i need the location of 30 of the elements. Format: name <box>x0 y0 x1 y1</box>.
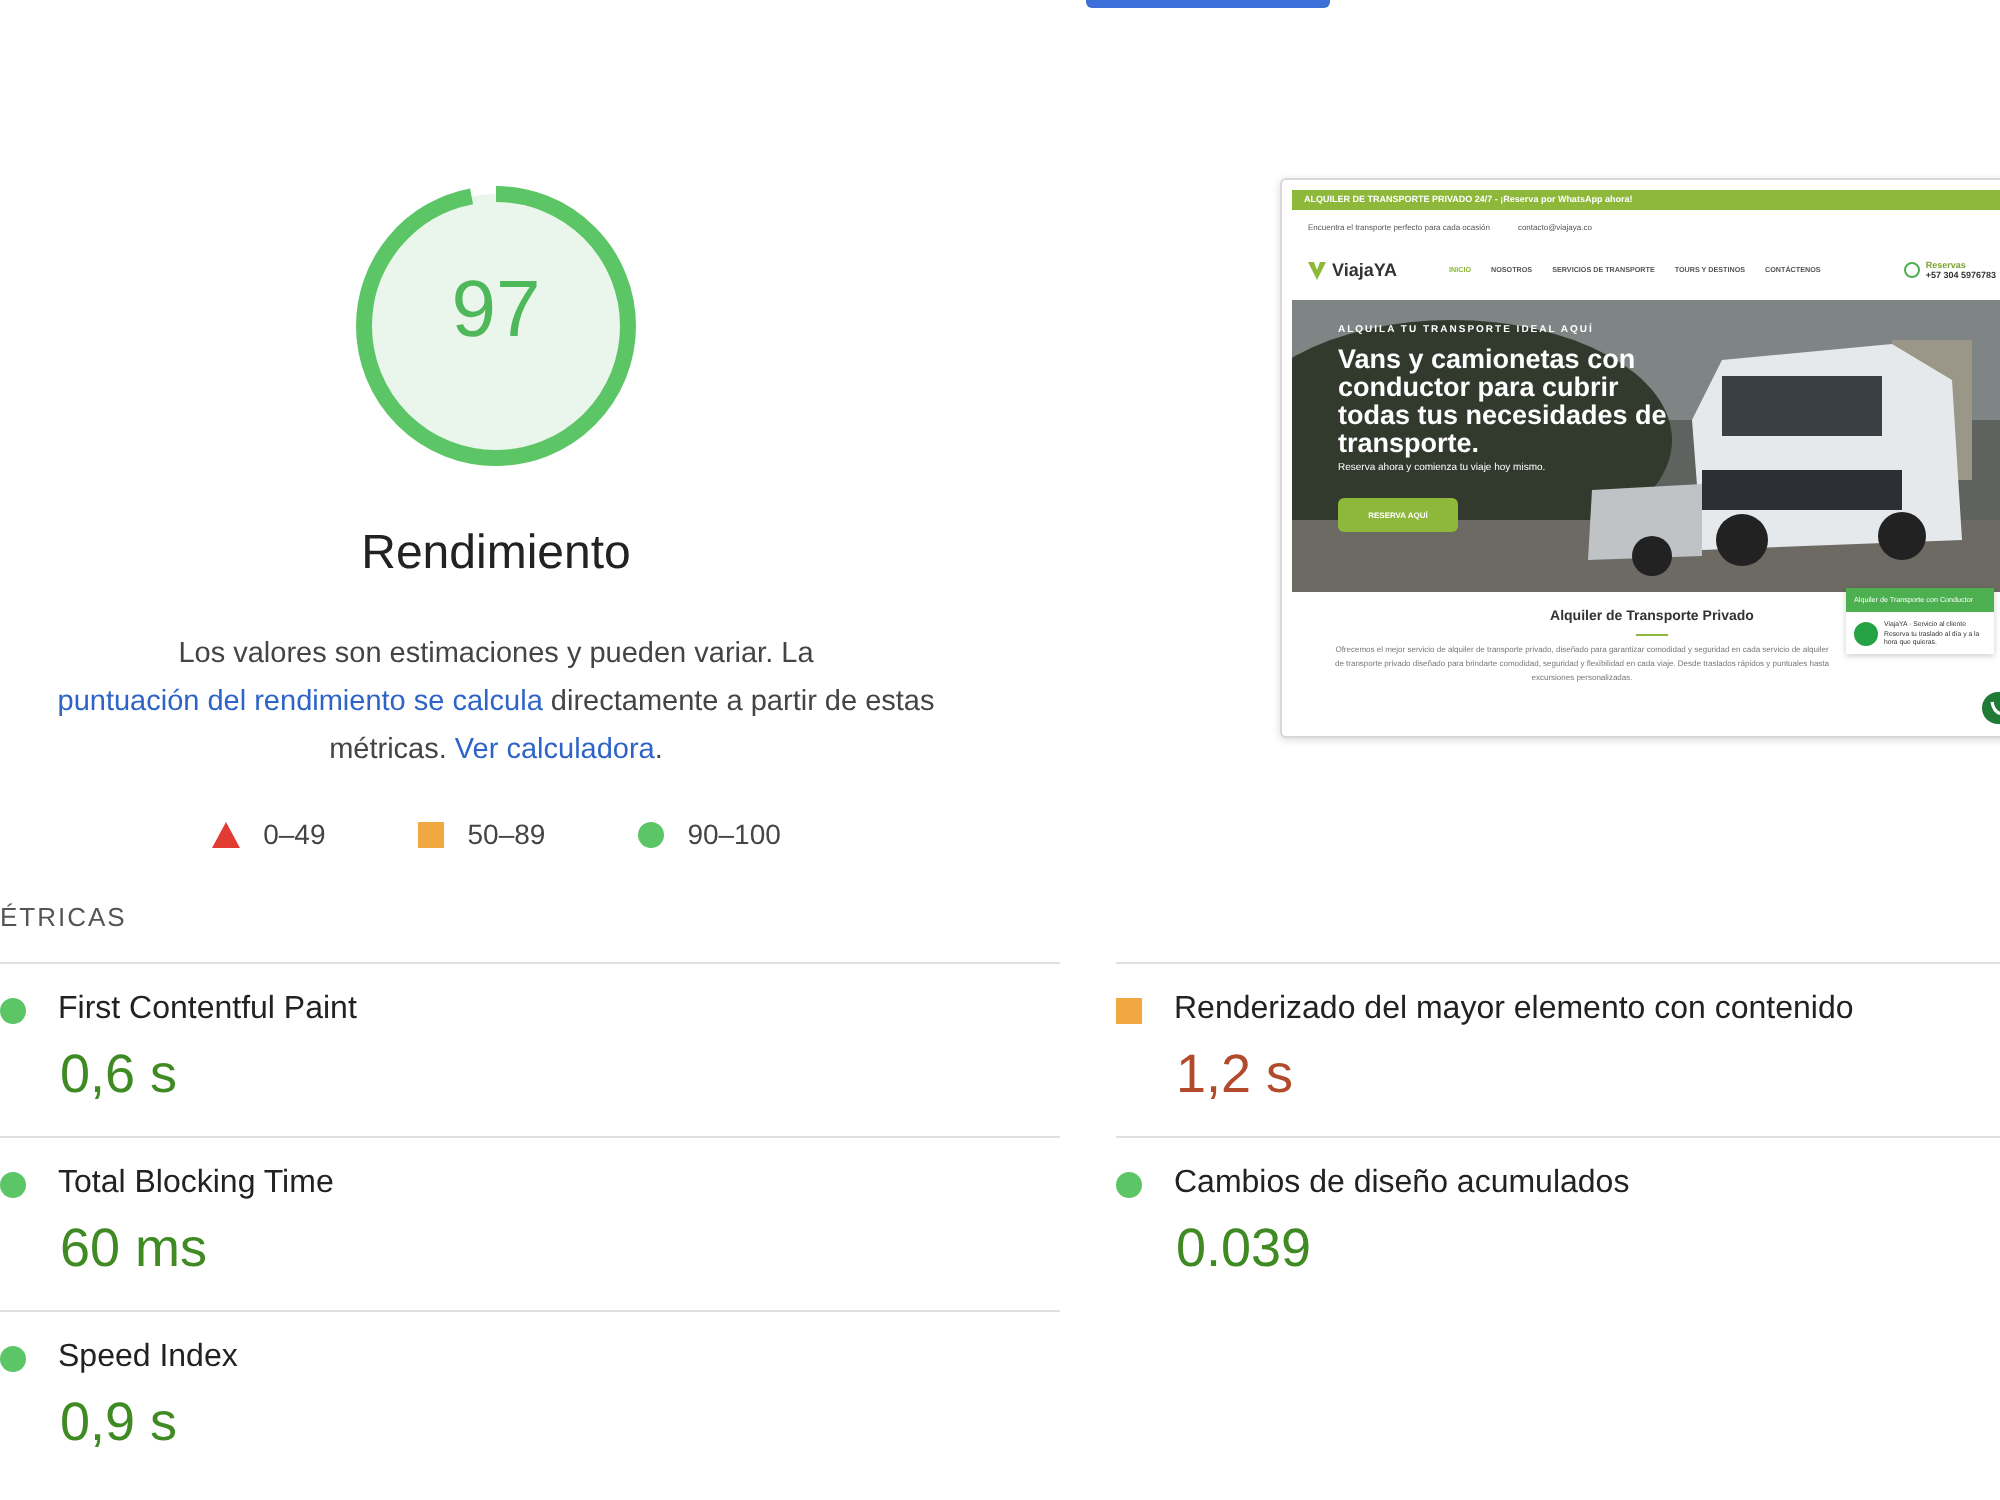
metrics-heading: ÉTRICAS <box>0 902 129 936</box>
circle-icon <box>637 821 664 847</box>
hero-title: Vans y camionetas con conductor para cubrir todas tus necesidades de transporte. <box>1338 346 1669 458</box>
metric-label: Renderizado del mayor elemento con contenido <box>1174 992 1854 1028</box>
circle-icon <box>1116 1171 1142 1197</box>
legend-label: 90–100 <box>687 818 781 850</box>
legend-label: 0–49 <box>263 818 326 850</box>
metric-value: 60 ms <box>60 1218 210 1280</box>
metric-value: 1,2 s <box>1176 1044 1296 1106</box>
metric-label: Cambios de diseño acumulados <box>1174 1166 1630 1202</box>
square-icon <box>1116 997 1142 1023</box>
circle-icon <box>0 1345 26 1371</box>
metric-value: 0,6 s <box>60 1044 180 1106</box>
circle-icon <box>0 997 26 1023</box>
calculator-link[interactable]: Ver calculadora <box>454 734 655 766</box>
score-calculation-link[interactable]: puntuación del rendimiento se calcula <box>57 686 543 718</box>
metric-label: Total Blocking Time <box>58 1166 334 1202</box>
metric-label: First Contentful Paint <box>58 992 357 1028</box>
circle-icon <box>0 1171 26 1197</box>
metric-value: 0,9 s <box>60 1392 180 1454</box>
metric-value: 0.039 <box>1176 1218 1314 1280</box>
category-title: Rendimiento <box>361 526 631 582</box>
legend-label: 50–89 <box>467 818 546 850</box>
score-value: 97 <box>449 266 543 356</box>
score-description: Los valores son estimaciones y pueden variar. La puntuación del rendimiento se calcula directamente a partir de estas métricas. Ver calculadora. <box>55 636 937 770</box>
logo-text: ViajaYA <box>1332 260 1398 280</box>
metric-label: Speed Index <box>58 1340 238 1376</box>
square-icon <box>417 821 444 847</box>
logo-icon <box>1308 261 1326 279</box>
triangle-icon <box>211 821 240 847</box>
